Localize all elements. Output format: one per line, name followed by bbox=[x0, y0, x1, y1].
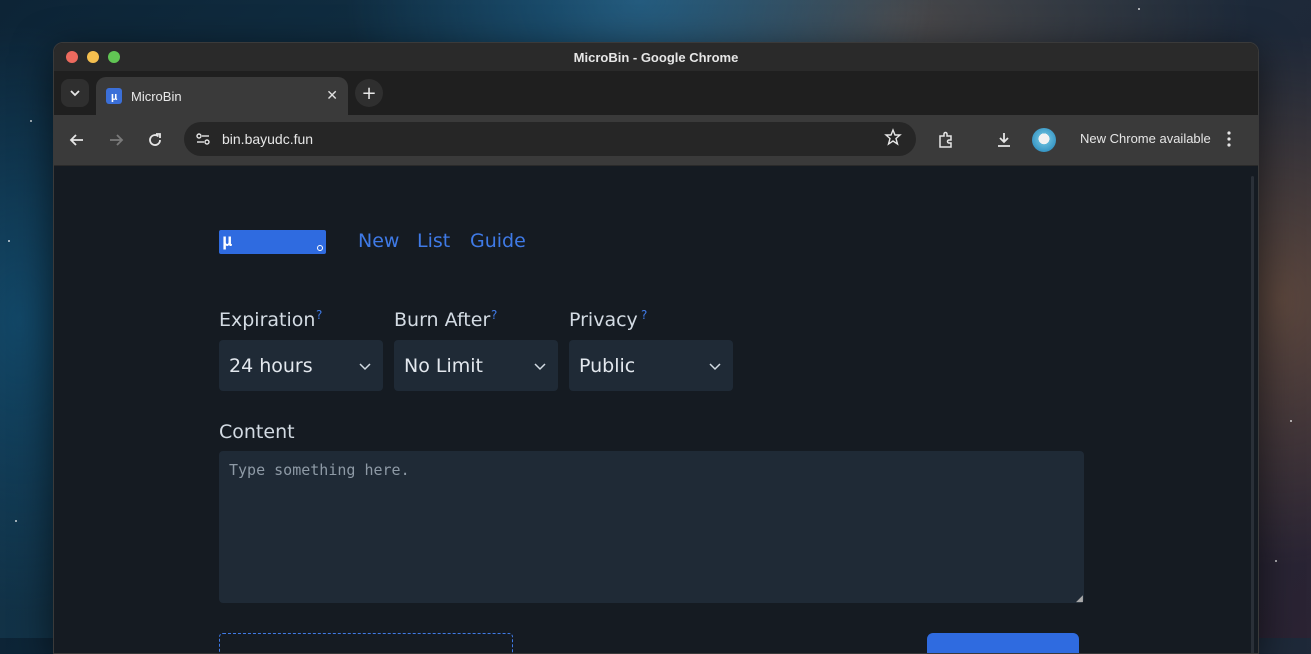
privacy-help-link[interactable]: ? bbox=[641, 308, 647, 322]
tab-strip: µ MicroBin ✕ + bbox=[54, 71, 1258, 115]
star-decoration bbox=[1290, 420, 1292, 422]
page-scrollbar[interactable] bbox=[1251, 176, 1254, 653]
star-decoration bbox=[1275, 560, 1277, 562]
browser-window: MicroBin - Google Chrome µ MicroBin ✕ + bbox=[53, 42, 1259, 654]
chevron-down-icon bbox=[707, 358, 723, 374]
window-controls bbox=[66, 51, 120, 63]
expiration-help-link[interactable]: ? bbox=[316, 308, 322, 322]
content-textarea[interactable] bbox=[219, 451, 1084, 603]
expiration-label: Expiration bbox=[219, 309, 316, 331]
privacy-label: Privacy bbox=[569, 309, 638, 331]
star-decoration bbox=[15, 520, 17, 522]
title-bar: MicroBin - Google Chrome bbox=[54, 43, 1258, 71]
close-icon[interactable]: ✕ bbox=[326, 88, 338, 104]
burn-after-select[interactable]: No Limit bbox=[394, 340, 558, 391]
back-icon bbox=[69, 134, 83, 146]
tab-microbin[interactable]: µ MicroBin ✕ bbox=[96, 77, 348, 115]
minimize-window-button[interactable] bbox=[87, 51, 99, 63]
site-settings-icon[interactable] bbox=[194, 130, 212, 148]
new-tab-button[interactable]: + bbox=[355, 79, 383, 107]
burn-after-value: No Limit bbox=[404, 354, 483, 377]
kebab-menu-icon bbox=[1227, 131, 1231, 147]
privacy-select[interactable]: Public bbox=[569, 340, 733, 391]
star-decoration bbox=[30, 120, 32, 122]
privacy-value: Public bbox=[579, 354, 636, 377]
nav-new-link[interactable]: New bbox=[358, 230, 399, 252]
star-decoration bbox=[1138, 8, 1140, 10]
forward-button[interactable] bbox=[104, 128, 128, 152]
microbin-logo[interactable]: µ bbox=[219, 230, 326, 254]
window-title: MicroBin - Google Chrome bbox=[573, 49, 739, 65]
expiration-value: 24 hours bbox=[229, 354, 313, 377]
url-text[interactable]: bin.bayudc.fun bbox=[222, 131, 884, 147]
extensions-icon bbox=[939, 131, 952, 148]
burn-after-help-link[interactable]: ? bbox=[491, 308, 497, 322]
microbin-favicon-icon: µ bbox=[106, 88, 122, 104]
logo-glyph: µ bbox=[222, 231, 233, 251]
burn-after-label: Burn After bbox=[394, 309, 491, 331]
extensions-button[interactable] bbox=[934, 128, 958, 152]
content-label: Content bbox=[219, 421, 295, 443]
maximize-window-button[interactable] bbox=[108, 51, 120, 63]
save-button[interactable] bbox=[927, 633, 1079, 653]
forward-icon bbox=[110, 134, 124, 146]
chevron-down-icon bbox=[70, 90, 80, 97]
browser-toolbar: bin.bayudc.fun New Chrome available bbox=[54, 115, 1258, 166]
chevron-down-icon bbox=[532, 358, 548, 374]
close-window-button[interactable] bbox=[66, 51, 78, 63]
reload-icon bbox=[149, 133, 161, 146]
resize-handle-icon[interactable]: ◢ bbox=[1076, 594, 1083, 604]
bookmark-star-icon[interactable] bbox=[884, 128, 902, 150]
star-decoration bbox=[8, 240, 10, 242]
update-chrome-button[interactable]: New Chrome available bbox=[1080, 131, 1211, 146]
tab-search-button[interactable] bbox=[61, 79, 89, 107]
chevron-down-icon bbox=[357, 358, 373, 374]
profile-avatar[interactable] bbox=[1032, 128, 1056, 152]
tab-title: MicroBin bbox=[131, 88, 182, 104]
logo-dot bbox=[317, 245, 323, 251]
menu-button[interactable] bbox=[1224, 128, 1234, 154]
nav-list-link[interactable]: List bbox=[417, 230, 450, 252]
nav-guide-link[interactable]: Guide bbox=[470, 230, 526, 252]
expiration-select[interactable]: 24 hours bbox=[219, 340, 383, 391]
back-button[interactable] bbox=[65, 128, 89, 152]
download-icon bbox=[998, 133, 1010, 147]
reload-button[interactable] bbox=[143, 128, 167, 152]
address-bar[interactable]: bin.bayudc.fun bbox=[184, 122, 916, 156]
downloads-button[interactable] bbox=[992, 128, 1016, 152]
page-content: µ New List Guide Expiration ? 24 hours B… bbox=[54, 166, 1258, 653]
plus-icon: + bbox=[361, 82, 377, 104]
file-upload-area[interactable] bbox=[219, 633, 513, 653]
